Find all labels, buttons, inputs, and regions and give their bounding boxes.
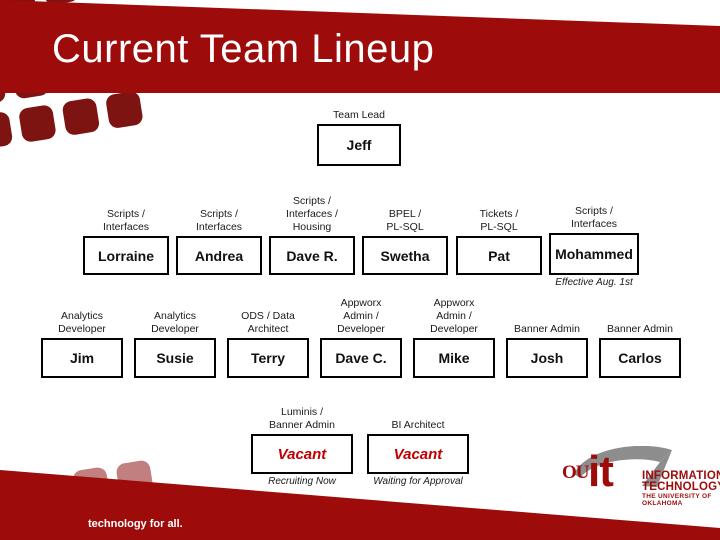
org-node-box: Pat (456, 236, 542, 275)
org-node-box: Mohammed (549, 233, 639, 275)
org-node-box: Dave R. (269, 236, 355, 275)
logo-line-technology: TECHNOLOGY (642, 481, 720, 493)
org-node-role: Appworx Admin / Developer (430, 297, 478, 335)
logo-line-university: THE UNIVERSITY OF OKLAHOMA (642, 493, 712, 507)
org-node: Banner Admin Carlos (599, 323, 681, 378)
slide-canvas: Current Team Lineup Team Lead Jeff Scripts… (0, 0, 720, 540)
org-node-box: Andrea (176, 236, 262, 275)
org-node: Analytics Developer Susie (134, 310, 216, 378)
org-node-role: Banner Admin (607, 323, 673, 335)
org-node: Scripts / Interfaces Lorraine (83, 208, 169, 275)
org-node-role: BPEL / PL-SQL (386, 208, 424, 233)
org-node-note: Waiting for Approval (373, 476, 463, 487)
org-node: Appworx Admin / Developer Mike (413, 297, 495, 378)
org-node-role: Scripts / Interfaces / Housing (286, 195, 338, 233)
org-node: Analytics Developer Jim (41, 310, 123, 378)
org-node-box: Josh (506, 338, 588, 378)
org-node: Scripts / Interfaces Andrea (176, 208, 262, 275)
footer-tagline: technology for all. (88, 518, 183, 530)
org-node-note: Effective Aug. 1st (555, 277, 633, 288)
logo-it-mark: it (588, 447, 614, 496)
org-node-box: Carlos (599, 338, 681, 378)
ou-it-logo: OU it INFORMATION TECHNOLOGY THE UNIVERS… (556, 446, 720, 507)
org-node-box: Mike (413, 338, 495, 378)
org-node: ODS / Data Architect Terry (227, 310, 309, 378)
org-node-box: Dave C. (320, 338, 402, 378)
org-node-role: Team Lead (333, 109, 385, 121)
org-node-role: Luminis / Banner Admin (269, 406, 335, 431)
org-node: Scripts / Interfaces Mohammed Effective Aug… (549, 205, 639, 288)
org-node: BPEL / PL-SQL Swetha (362, 208, 448, 275)
org-node-box: Jeff (317, 124, 401, 166)
org-node: BI Architect Vacant Waiting for Approval (367, 419, 469, 487)
org-node-note: Recruiting Now (268, 476, 336, 487)
org-node: Tickets / PL-SQL Pat (456, 208, 542, 275)
org-node-role: Analytics Developer (151, 310, 199, 335)
org-node-role: ODS / Data Architect (241, 310, 295, 335)
org-node-role: Scripts / Interfaces (570, 205, 618, 230)
org-node-box: Terry (227, 338, 309, 378)
org-node-role: Scripts / Interfaces (102, 208, 150, 233)
org-node: Banner Admin Josh (506, 323, 588, 378)
org-node-role: Tickets / PL-SQL (479, 208, 519, 233)
org-node: Scripts / Interfaces / Housing Dave R. (269, 195, 355, 275)
logo-ou-mark: OU (562, 462, 589, 483)
org-node: Team Lead Jeff (317, 109, 401, 166)
org-node-box: Vacant (251, 434, 353, 474)
org-node-role: Analytics Developer (58, 310, 106, 335)
org-node-box: Susie (134, 338, 216, 378)
org-node: Luminis / Banner Admin Vacant Recruiting No… (251, 406, 353, 487)
org-node-box: Lorraine (83, 236, 169, 275)
org-node: Appworx Admin / Developer Dave C. (320, 297, 402, 378)
org-node-role: BI Architect (391, 419, 445, 431)
org-node-role: Appworx Admin / Developer (337, 297, 385, 335)
org-node-role: Scripts / Interfaces (195, 208, 243, 233)
org-node-box: Jim (41, 338, 123, 378)
org-node-box: Swetha (362, 236, 448, 275)
org-node-box: Vacant (367, 434, 469, 474)
org-node-role: Banner Admin (514, 323, 580, 335)
